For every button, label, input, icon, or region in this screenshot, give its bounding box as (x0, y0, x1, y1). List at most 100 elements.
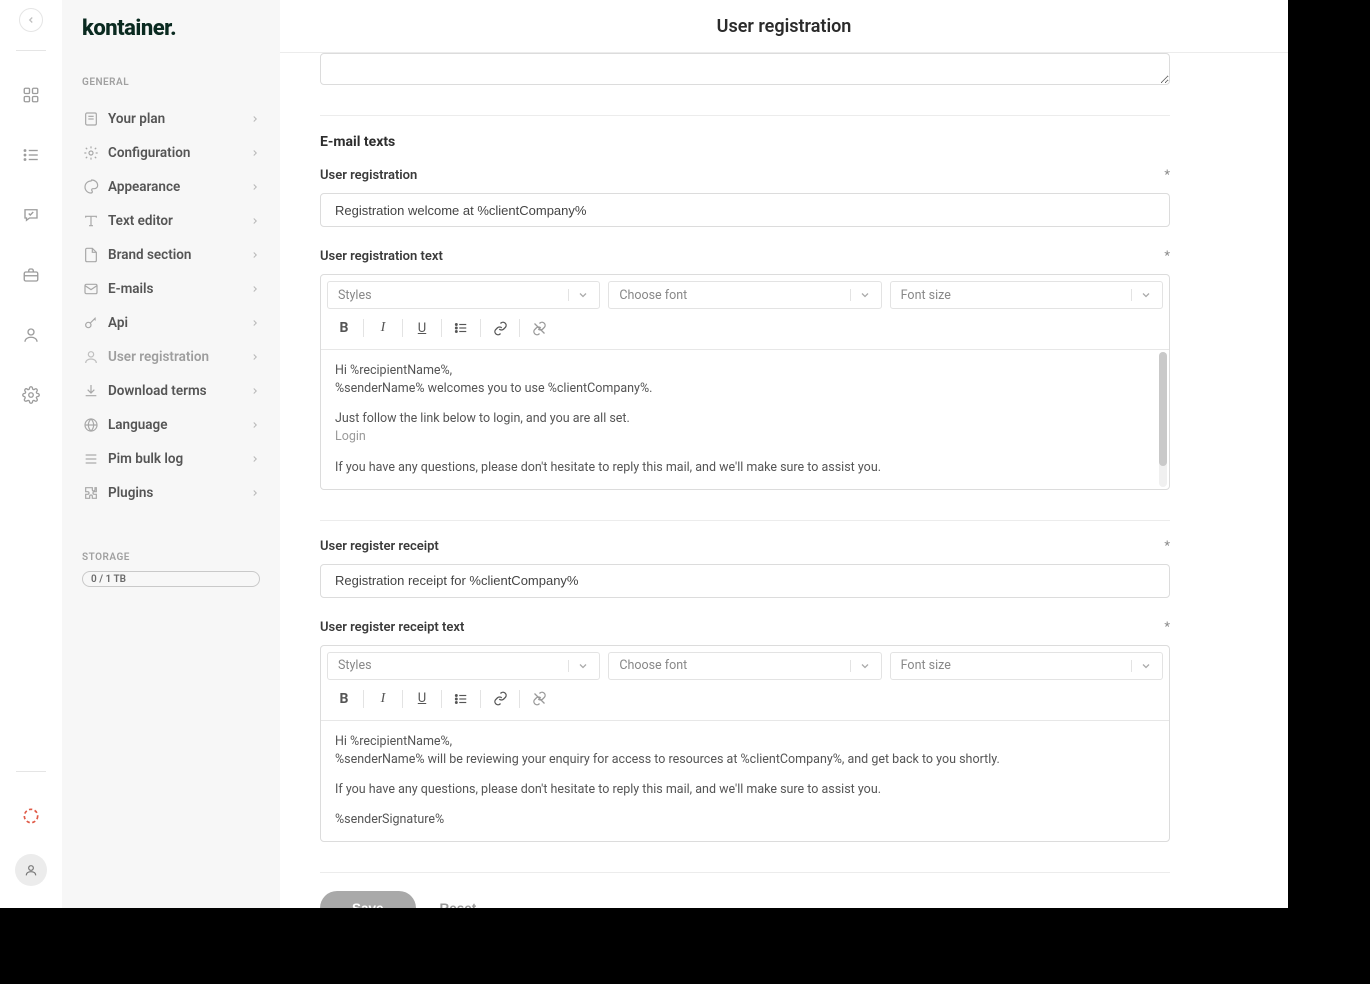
rte-text-line: %senderName% welcomes you to use %client… (335, 380, 1155, 398)
chevron-right-icon (250, 250, 260, 260)
underline-button[interactable]: U (409, 686, 435, 712)
bold-button[interactable]: B (331, 315, 357, 341)
rte-body[interactable]: Hi %recipientName%, %senderName% welcome… (321, 350, 1169, 489)
support-icon[interactable] (15, 800, 47, 832)
sidebar-item-api[interactable]: Api (82, 306, 260, 340)
globe-icon (82, 417, 100, 433)
required-marker: * (1164, 539, 1170, 554)
chevron-right-icon (250, 284, 260, 294)
rte-text-line: If you have any questions, please don't … (335, 781, 1155, 799)
sidebar-item-brand-section[interactable]: Brand section (82, 238, 260, 272)
sidebar-item-label: Configuration (108, 145, 250, 161)
dashboard-icon[interactable] (15, 79, 47, 111)
chevron-down-icon (1131, 660, 1152, 672)
user-icon[interactable] (15, 319, 47, 351)
sidebar-item-configuration[interactable]: Configuration (82, 136, 260, 170)
toolbar-separator (402, 690, 403, 708)
sidebar-item-download-terms[interactable]: Download terms (82, 374, 260, 408)
size-select-label: Font size (901, 288, 951, 303)
bold-button[interactable]: B (331, 686, 357, 712)
scrollbar-thumb[interactable] (1159, 352, 1167, 466)
divider (320, 520, 1170, 521)
main-area: User registration E-mail texts User regi… (280, 0, 1288, 908)
rte-login-link[interactable]: Login (335, 428, 1155, 446)
font-select-label: Choose font (619, 658, 687, 673)
log-icon (82, 451, 100, 467)
sidebar-item-user-registration[interactable]: User registration (82, 340, 260, 374)
textarea-field[interactable] (320, 53, 1170, 85)
size-select[interactable]: Font size (890, 281, 1163, 309)
link-button[interactable] (487, 686, 513, 712)
unlink-button[interactable] (526, 315, 552, 341)
sidebar-item-pim-bulk-log[interactable]: Pim bulk log (82, 442, 260, 476)
styles-select[interactable]: Styles (327, 281, 600, 309)
sidebar-item-label: Text editor (108, 213, 250, 229)
font-select-label: Choose font (619, 288, 687, 303)
sidebar-item-label: E-mails (108, 281, 250, 297)
save-button[interactable]: Save (320, 891, 416, 908)
app-window: kontainer. GENERAL Your plan Configurati… (0, 0, 1288, 908)
file-icon (82, 247, 100, 263)
required-marker: * (1164, 249, 1170, 264)
user-register-receipt-input[interactable] (320, 564, 1170, 598)
storage-indicator: 0 / 1 TB (82, 571, 260, 587)
user-icon (82, 349, 100, 365)
unlink-button[interactable] (526, 686, 552, 712)
list-icon[interactable] (15, 139, 47, 171)
content-scroll[interactable]: E-mail texts User registration * User re… (280, 53, 1288, 908)
sidebar-item-text-editor[interactable]: Text editor (82, 204, 260, 238)
sidebar-item-label: Language (108, 417, 250, 433)
user-register-receipt-text-label: User register receipt text (320, 620, 464, 635)
size-select[interactable]: Font size (890, 652, 1163, 680)
size-select-label: Font size (901, 658, 951, 673)
sidebar-section-storage: STORAGE (82, 552, 260, 563)
required-marker: * (1164, 168, 1170, 183)
briefcase-icon[interactable] (15, 259, 47, 291)
rte-text-line: Just follow the link below to login, and… (335, 410, 1155, 428)
sidebar-item-label: Brand section (108, 247, 250, 263)
styles-select[interactable]: Styles (327, 652, 600, 680)
sidebar-item-appearance[interactable]: Appearance (82, 170, 260, 204)
settings-icon[interactable] (15, 379, 47, 411)
required-marker: * (1164, 620, 1170, 635)
underline-button[interactable]: U (409, 315, 435, 341)
italic-button[interactable]: I (370, 315, 396, 341)
rte-text-line: %senderName% will be reviewing your enqu… (335, 751, 1155, 769)
rte-user-register-receipt-text: Styles Choose font Font size B I U (320, 645, 1170, 843)
link-button[interactable] (487, 315, 513, 341)
type-icon (82, 213, 100, 229)
user-registration-input[interactable] (320, 193, 1170, 227)
italic-button[interactable]: I (370, 686, 396, 712)
avatar[interactable] (15, 854, 47, 886)
bullet-list-button[interactable] (448, 315, 474, 341)
sidebar-item-plugins[interactable]: Plugins (82, 476, 260, 510)
bullet-list-button[interactable] (448, 686, 474, 712)
sidebar: kontainer. GENERAL Your plan Configurati… (62, 0, 280, 908)
sidebar-section-general: GENERAL (82, 77, 260, 88)
chevron-right-icon (250, 148, 260, 158)
sidebar-item-label: Download terms (108, 383, 250, 399)
user-registration-text-label: User registration text (320, 249, 443, 264)
user-registration-label: User registration (320, 168, 417, 183)
rte-text-line: If you have any questions, please don't … (335, 459, 1155, 477)
reset-button[interactable]: Reset (440, 901, 477, 908)
font-select[interactable]: Choose font (608, 652, 881, 680)
sidebar-item-emails[interactable]: E-mails (82, 272, 260, 306)
collapse-sidebar-button[interactable] (19, 8, 43, 32)
toolbar-separator (441, 319, 442, 337)
chevron-right-icon (250, 386, 260, 396)
toolbar-separator (402, 319, 403, 337)
sidebar-item-language[interactable]: Language (82, 408, 260, 442)
left-rail (0, 0, 62, 908)
chevron-down-icon (568, 660, 589, 672)
font-select[interactable]: Choose font (608, 281, 881, 309)
email-texts-heading: E-mail texts (320, 134, 1170, 150)
sidebar-item-your-plan[interactable]: Your plan (82, 102, 260, 136)
rte-body[interactable]: Hi %recipientName%, %senderName% will be… (321, 721, 1169, 842)
toolbar-separator (363, 690, 364, 708)
rte-text-line: Hi %recipientName%, (335, 362, 1155, 380)
toolbar-separator (480, 690, 481, 708)
chat-icon[interactable] (15, 199, 47, 231)
toolbar-separator (441, 690, 442, 708)
sidebar-item-label: Appearance (108, 179, 250, 195)
